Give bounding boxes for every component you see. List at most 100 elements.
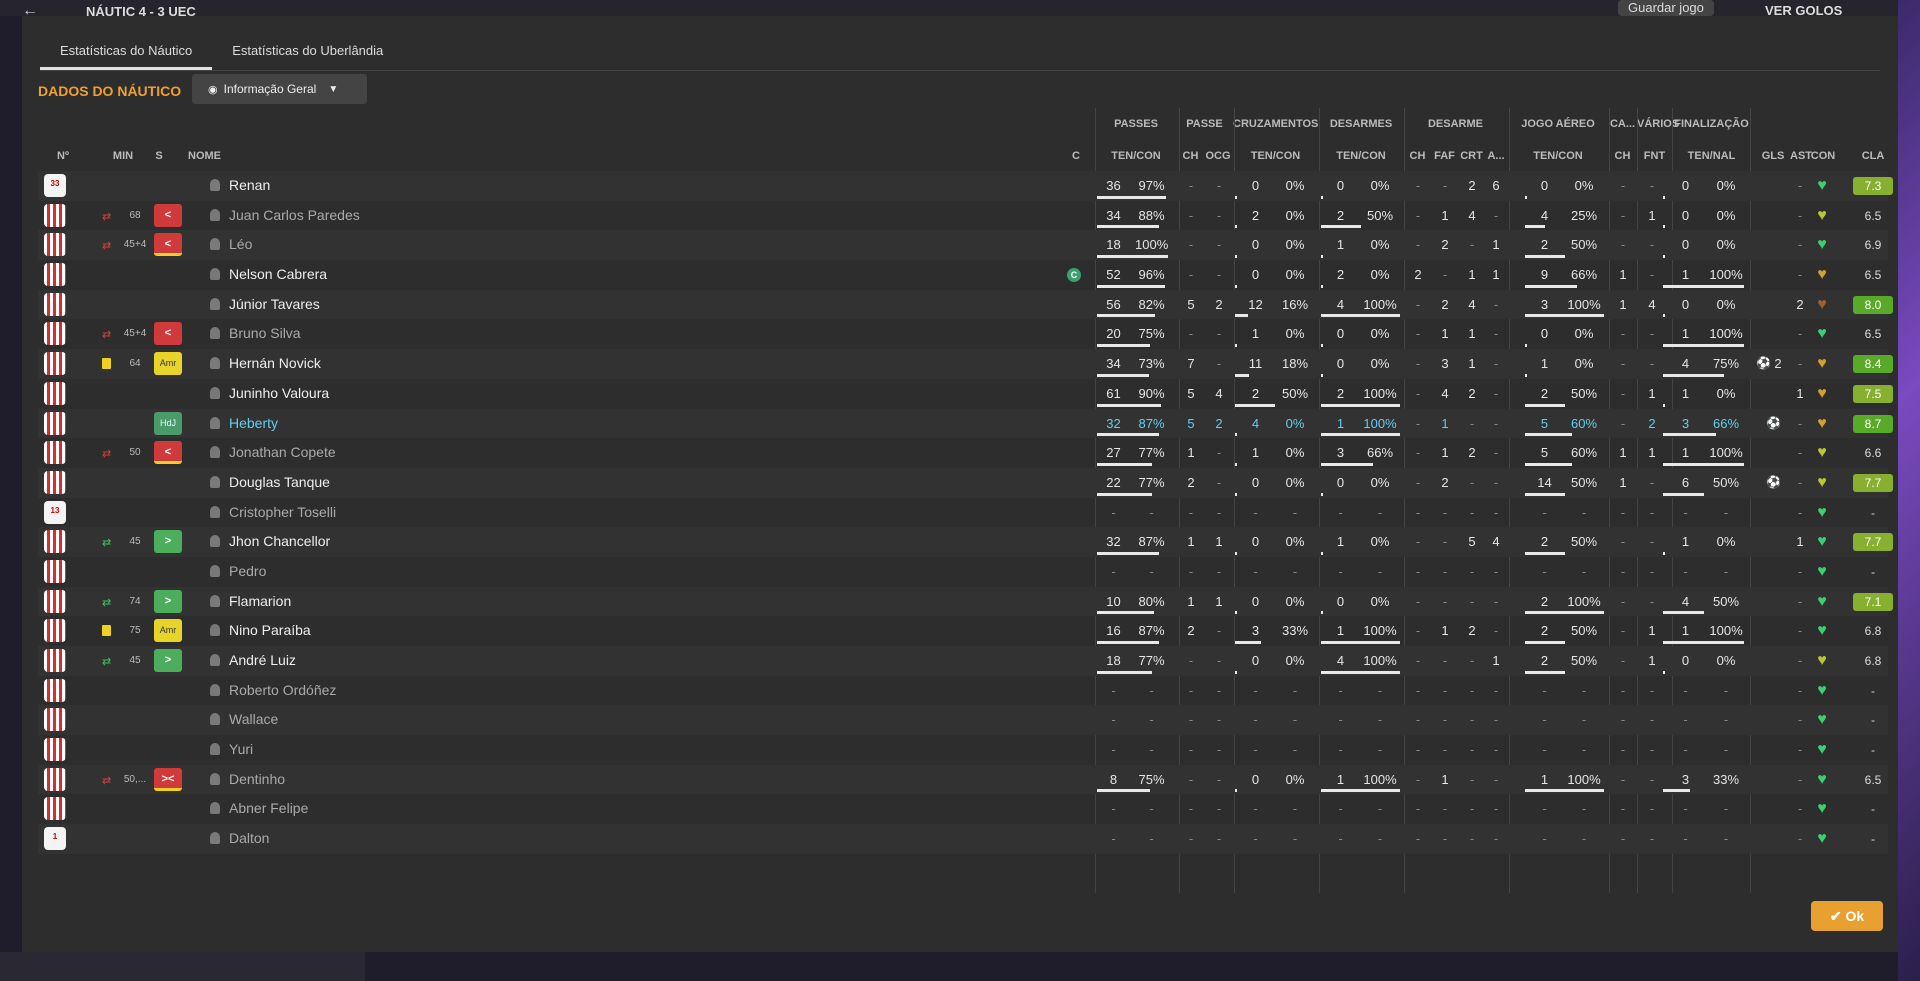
eye-icon: ◉ bbox=[208, 83, 218, 96]
col-chances-created[interactable]: OCG bbox=[1204, 143, 1232, 169]
col-condition[interactable]: CON bbox=[1810, 143, 1836, 169]
def-a: - bbox=[1493, 415, 1499, 431]
player-row[interactable]: 33 Renan 36 97% - -0 0% 0 0% - -2 6 0 0% - -0 0% - ♥ 7.3 bbox=[38, 171, 1893, 201]
ca-ch: - bbox=[1620, 742, 1626, 758]
view-dropdown[interactable]: ◉ Informação Geral ▼ bbox=[192, 74, 367, 104]
passes-bar bbox=[1097, 433, 1159, 437]
col-shots-on-target[interactable]: TEN/NAL bbox=[1673, 143, 1750, 169]
player-row[interactable]: 1 Dalton - - - - - - - - - - - - - - - - - - - ♥ - bbox=[38, 824, 1888, 854]
player-row[interactable]: ⇄ 45+4 < Bruno Silva 20 75% - -1 0% 0 0% -1 1-0 0% - -1… bbox=[38, 319, 1888, 349]
player-name[interactable]: Nelson Cabrera bbox=[229, 260, 327, 290]
player-row[interactable]: ⇄ 45 > André Luiz 18 77% - -0 0% 4 100% - - -1 2 50% -1 0… bbox=[38, 646, 1888, 676]
player-name[interactable]: Dentinho bbox=[229, 765, 285, 795]
player-row[interactable]: Yuri - - - - - - - - - - - - - - - - - - - ♥ - bbox=[38, 735, 1888, 765]
tackles-bar bbox=[1321, 373, 1323, 377]
substitution-badge: HdJ bbox=[154, 411, 182, 435]
player-name[interactable]: André Luiz bbox=[229, 646, 296, 676]
player-row[interactable]: Nelson Cabrera C 52 96% - -0 0% 2 0% 2-1 1 9 66% 1-1 1… bbox=[38, 260, 1888, 290]
crosses-percent: 0% bbox=[1285, 653, 1305, 668]
headers-bar bbox=[1525, 462, 1572, 466]
col-clearances[interactable]: CRT bbox=[1458, 143, 1485, 169]
col-tackles-att-comp[interactable]: TEN/CON bbox=[1319, 143, 1403, 169]
col-def-a[interactable]: A... bbox=[1485, 143, 1507, 169]
passes-bar bbox=[1097, 789, 1150, 793]
col-substitution[interactable]: S bbox=[148, 143, 170, 169]
col-passes-att-comp[interactable]: TEN/CON bbox=[1096, 143, 1176, 169]
fouls-against: - bbox=[1649, 237, 1655, 253]
player-row[interactable]: Roberto Ordóñez - - - - - - - - - - - - - - - - - - - ♥ - bbox=[38, 676, 1888, 706]
player-name[interactable]: Júnior Tavares bbox=[229, 290, 320, 320]
col-fouls-against[interactable]: FNT bbox=[1637, 143, 1672, 169]
player-row[interactable]: Júnior Tavares 56 82% 5 2 12 16% 4 100% -2 4-3 100%… bbox=[38, 289, 1893, 320]
col-fouls[interactable]: FAF bbox=[1431, 143, 1458, 169]
player-name[interactable]: Pedro bbox=[229, 557, 266, 587]
col-key-passes[interactable]: CH bbox=[1177, 143, 1204, 169]
player-row[interactable]: ⇄ 50,... >< Dentinho 8 75% - -0 0% 1 100% -1- -1 100%… bbox=[38, 764, 1888, 795]
player-name[interactable]: Nino Paraíba bbox=[229, 616, 311, 646]
player-row[interactable]: Wallace - - - - - - - - - - - - - - - - - - - ♥ - bbox=[38, 705, 1888, 736]
player-row[interactable]: Abner Felipe - - - - - - - - - - - - - - - - - - - ♥ - bbox=[38, 794, 1888, 824]
player-name[interactable]: Douglas Tanque bbox=[229, 468, 330, 498]
col-headers-att-won[interactable]: TEN/CON bbox=[1508, 143, 1608, 169]
col-rating[interactable]: CLA bbox=[1853, 143, 1893, 169]
player-row[interactable]: ⇄ 74 > Flamarion 10 80% 1 1 0 0% 0 0% - - - -2 100% - -4 50… bbox=[38, 586, 1893, 617]
player-name[interactable]: Wallace bbox=[229, 705, 278, 735]
player-row[interactable]: ⇄ 50 < Jonathan Copete 27 77% 1-1 0% 3 66% -1 2-5 60… bbox=[38, 438, 1888, 468]
def-ch: - bbox=[1415, 653, 1421, 668]
player-name[interactable]: Heberty bbox=[229, 409, 278, 439]
fouls-against: - bbox=[1649, 682, 1655, 698]
player-row[interactable]: ⇄ 45 > Jhon Chancellor 32 87% 1 1 0 0% 1 0% - -5 4 2 50%… bbox=[38, 527, 1893, 557]
crosses-bar bbox=[1235, 670, 1237, 674]
player-name[interactable]: Hernán Novick bbox=[229, 349, 321, 379]
player-name[interactable]: Bruno Silva bbox=[229, 319, 301, 349]
player-name[interactable]: Juninho Valoura bbox=[229, 379, 329, 409]
key-passes: 5 bbox=[1187, 385, 1195, 401]
clearances: 5 bbox=[1468, 534, 1476, 550]
player-name[interactable]: Léo bbox=[229, 230, 252, 260]
col-name[interactable]: NOME bbox=[188, 143, 268, 169]
player-name[interactable]: Renan bbox=[229, 171, 270, 201]
col-captain[interactable]: C bbox=[1068, 143, 1084, 169]
tab-nautico-stats[interactable]: Estatísticas do Náutico bbox=[40, 40, 213, 70]
fouls-against: 2 bbox=[1648, 415, 1656, 431]
col-minutes[interactable]: MIN bbox=[98, 143, 148, 169]
player-row[interactable]: Pedro - - - - - - - - - - - - - - - - - - - ♥ - bbox=[38, 557, 1888, 587]
assists: - bbox=[1797, 653, 1803, 668]
tab-uberlandia-stats[interactable]: Estatísticas do Uberlândia bbox=[212, 40, 403, 70]
player-row[interactable]: HdJ Heberty 32 87% 5 2 4 0% 1 100% -1- -5 60% -2 3 66% ⚽… bbox=[38, 408, 1893, 439]
condition-heart-icon: ♥ bbox=[1817, 236, 1827, 254]
player-row[interactable]: 64 Amr Hernán Novick 34 73% 7-11 18% 0 0% -3 1-1 0%… bbox=[38, 349, 1893, 379]
player-name[interactable]: Flamarion bbox=[229, 587, 291, 617]
player-row[interactable]: Juninho Valoura 61 90% 5 4 2 50% 2 100% -4 2-2 50% -… bbox=[38, 379, 1893, 409]
col-number[interactable]: Nº bbox=[38, 143, 88, 169]
col-ca-ch[interactable]: CH bbox=[1609, 143, 1636, 169]
tackles-percent: 0% bbox=[1370, 593, 1390, 609]
ok-button[interactable]: ✔ Ok bbox=[1811, 901, 1883, 931]
player-row[interactable]: 75 Amr Nino Paraíba 16 87% 2-3 33% 1 100% -1 2-2 50… bbox=[38, 616, 1888, 646]
player-name[interactable]: Roberto Ordóñez bbox=[229, 676, 336, 706]
player-row[interactable]: ⇄ 68 < Juan Carlos Paredes 34 88% - -2 0% 2 50% -1 4… bbox=[38, 201, 1888, 231]
player-name[interactable]: Juan Carlos Paredes bbox=[229, 201, 360, 231]
player-name[interactable]: Yuri bbox=[229, 735, 253, 765]
save-game-button[interactable]: Guardar jogo bbox=[1618, 0, 1714, 16]
player-name[interactable]: Jhon Chancellor bbox=[229, 527, 330, 557]
tackles-attempts: 2 bbox=[1336, 267, 1345, 283]
player-name[interactable]: Cristopher Toselli bbox=[229, 498, 336, 528]
player-row[interactable]: Douglas Tanque 22 77% 2-0 0% 0 0% -2- -14 50% 1-6 5… bbox=[38, 467, 1893, 498]
player-name[interactable]: Abner Felipe bbox=[229, 794, 308, 824]
shots-bar bbox=[1663, 195, 1665, 199]
col-assists[interactable]: AST bbox=[1790, 143, 1812, 169]
crosses-attempts: 0 bbox=[1251, 653, 1260, 668]
player-name[interactable]: Jonathan Copete bbox=[229, 438, 336, 468]
player-row[interactable]: 13 Cristopher Toselli - - - - - - - - - - - - - - - - - - - ♥… bbox=[38, 498, 1888, 528]
col-goals[interactable]: GLS bbox=[1756, 143, 1790, 169]
col-crosses-att-comp[interactable]: TEN/CON bbox=[1233, 143, 1318, 169]
passes-bar bbox=[1097, 284, 1165, 288]
col-def-ch[interactable]: CH bbox=[1404, 143, 1431, 169]
player-row[interactable]: ⇄ 45+4 < Léo 18 100% - -0 0% 1 0% -2-1 2 50% - -0 0% - ♥ 6.… bbox=[38, 230, 1888, 261]
player-name[interactable]: Dalton bbox=[229, 824, 269, 854]
def-ch: - bbox=[1415, 742, 1421, 758]
crosses-attempts: 0 bbox=[1251, 237, 1260, 253]
headers-attempts: - bbox=[1542, 742, 1547, 758]
headers-bar bbox=[1525, 492, 1565, 496]
